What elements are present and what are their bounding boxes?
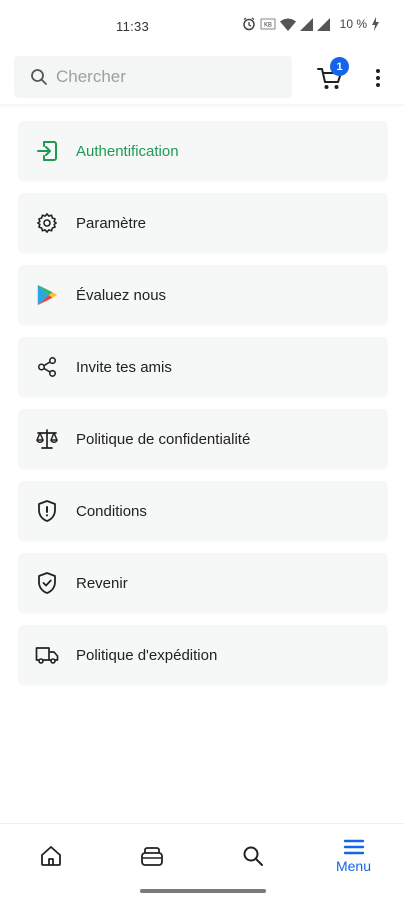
- battery-icon: [371, 17, 380, 31]
- menu-item-label: Paramètre: [76, 214, 147, 232]
- menu-item-label: Revenir: [76, 574, 128, 592]
- search-input[interactable]: Chercher: [14, 56, 292, 98]
- menu-item-label: Authentification: [76, 142, 179, 160]
- login-icon: [35, 139, 59, 163]
- cart-count-badge: 1: [330, 57, 349, 76]
- more-dot: [376, 83, 380, 87]
- menu-item-label: Politique d'expédition: [76, 646, 218, 664]
- alarm-icon: [242, 17, 256, 31]
- more-dot: [376, 76, 380, 80]
- gesture-bar[interactable]: [140, 889, 266, 893]
- svg-text:KB: KB: [264, 22, 272, 29]
- share-icon: [35, 355, 59, 379]
- play-store-icon: [35, 283, 59, 307]
- nav-home[interactable]: [0, 824, 101, 888]
- battery-percent: 10 %: [339, 17, 367, 31]
- nav-menu-label: Menu: [335, 858, 372, 874]
- status-time: 11:33: [116, 19, 150, 34]
- menu-item-settings[interactable]: Paramètre: [18, 193, 388, 253]
- nav-categories[interactable]: [101, 824, 202, 888]
- status-icons: KB 10 %: [242, 17, 380, 31]
- menu-item-privacy-policy[interactable]: Politique de confidentialité: [18, 409, 388, 469]
- signal-icon: [316, 17, 330, 31]
- categories-icon: [140, 847, 163, 866]
- menu-item-returns[interactable]: Revenir: [18, 553, 388, 613]
- search-icon: [243, 846, 263, 866]
- menu-item-invite-friends[interactable]: Invite tes amis: [18, 337, 388, 397]
- shield-alert-icon: [35, 499, 59, 523]
- menu-item-label: Politique de confidentialité: [76, 430, 251, 448]
- signal-icon: [299, 17, 313, 31]
- scale-icon: [35, 427, 59, 451]
- shield-check-icon: [35, 571, 59, 595]
- nav-menu[interactable]: Menu: [303, 824, 404, 888]
- menu-item-label: Évaluez nous: [76, 286, 167, 304]
- data-speed-icon: KB: [260, 17, 276, 31]
- wifi-icon: [279, 18, 296, 31]
- menu-item-label: Invite tes amis: [76, 358, 172, 376]
- app-header: Chercher 1: [0, 52, 404, 104]
- menu-list: Authentification Paramètre Évaluez nous: [18, 121, 388, 697]
- gear-icon: [35, 211, 59, 235]
- menu-item-shipping-policy[interactable]: Politique d'expédition: [18, 625, 388, 685]
- menu-icon: [343, 839, 364, 855]
- more-options-button[interactable]: [370, 66, 386, 90]
- menu-item-rate-us[interactable]: Évaluez nous: [18, 265, 388, 325]
- search-placeholder: Chercher: [56, 67, 126, 86]
- search-icon: [31, 69, 47, 85]
- home-icon: [40, 846, 61, 866]
- status-bar: 11:33 KB 10 %: [0, 0, 404, 52]
- nav-search[interactable]: [202, 824, 303, 888]
- truck-icon: [35, 643, 59, 667]
- menu-item-terms[interactable]: Conditions: [18, 481, 388, 541]
- menu-item-label: Conditions: [76, 502, 147, 520]
- more-vertical-icon: [376, 69, 380, 73]
- menu-item-authentication[interactable]: Authentification: [18, 121, 388, 181]
